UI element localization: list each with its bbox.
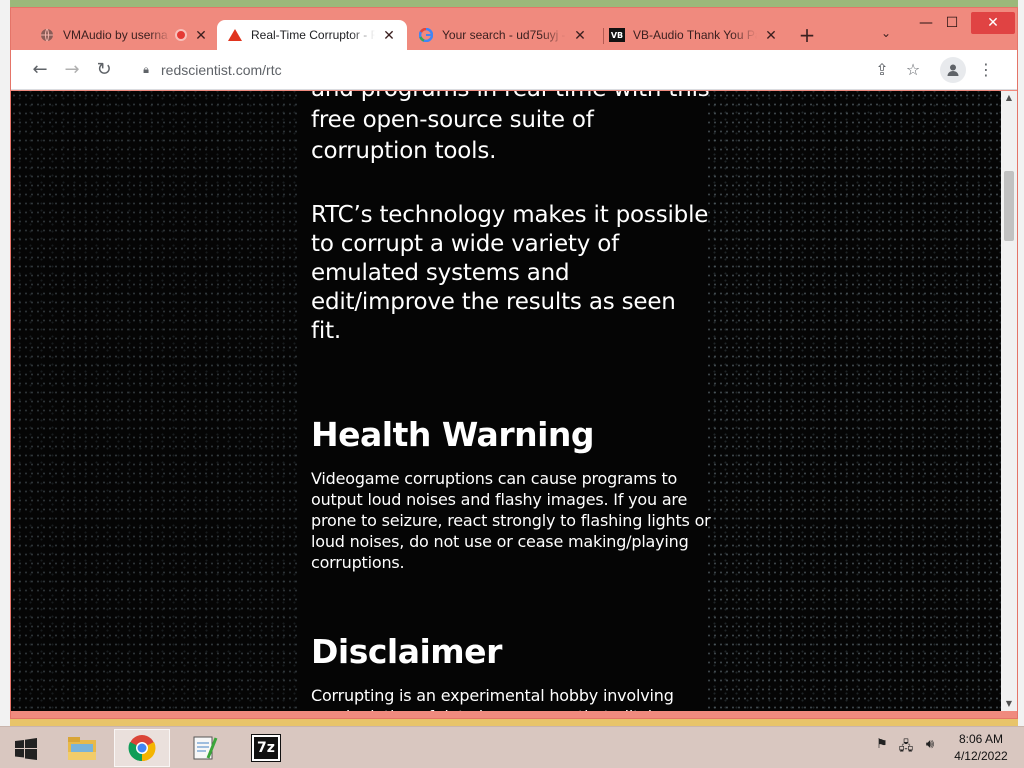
close-window-button[interactable]: ✕: [971, 12, 1015, 34]
action-center-flag-icon[interactable]: ⚑: [873, 737, 891, 755]
address-bar[interactable]: 🔒︎ redscientist.com/rtc: [131, 55, 911, 85]
scroll-up-arrow-icon[interactable]: ▲: [1001, 91, 1017, 105]
7zip-icon: 7z: [251, 734, 281, 762]
file-explorer-icon: [68, 737, 96, 760]
google-icon: [418, 27, 434, 43]
profile-avatar-icon[interactable]: [940, 57, 966, 83]
clock-time: 8:06 AM: [958, 732, 1004, 746]
health-warning-heading: Health Warning: [311, 415, 595, 454]
notepad-icon: [193, 736, 218, 760]
share-icon[interactable]: ⇪: [871, 59, 893, 81]
chrome-icon: [128, 735, 156, 762]
clock-date: 4/12/2022: [954, 749, 1008, 763]
warning-triangle-icon: [227, 27, 243, 43]
recording-indicator-icon: [175, 29, 187, 41]
lock-icon[interactable]: 🔒︎: [139, 64, 153, 77]
taskbar: 7z ⚑ 🖧︎ 🔊︎ 8:06 AM 4/12/2022: [0, 726, 1024, 768]
tab-vb-audio[interactable]: VB VB-Audio Thank You Page ✕: [599, 20, 789, 50]
scrollbar-thumb[interactable]: [1004, 171, 1014, 241]
back-button[interactable]: ←: [29, 59, 51, 81]
windows-logo-icon: [15, 738, 37, 760]
tab-title: Real-Time Corruptor - RTC: [251, 28, 375, 42]
volume-icon[interactable]: 🔊︎: [921, 737, 939, 755]
7zip-button[interactable]: 7z: [238, 729, 294, 767]
system-clock[interactable]: 8:06 AM 4/12/2022: [945, 731, 1017, 765]
tab-search-chevron-icon[interactable]: ⌄: [876, 26, 896, 46]
tab-google-search[interactable]: Your search - ud75uyj - Google Search ✕: [408, 20, 598, 50]
tab-strip: VMAudio by userna ✕ Real-Time Corruptor …: [11, 8, 1017, 50]
disclaimer-text: Corrupting is an experimental hobby invo…: [311, 686, 676, 711]
new-tab-button[interactable]: +: [796, 24, 818, 46]
tab-real-time-corruptor[interactable]: Real-Time Corruptor - RTC ✕: [217, 20, 407, 50]
file-explorer-button[interactable]: [54, 729, 110, 767]
desktop-edge: [0, 0, 10, 726]
maximize-button[interactable]: ☐: [937, 12, 967, 34]
desktop-edge: [1018, 0, 1024, 726]
notepad-button[interactable]: [176, 729, 232, 767]
close-tab-icon[interactable]: ✕: [381, 27, 397, 43]
menu-kebab-icon[interactable]: ⋮: [975, 59, 997, 81]
forward-button[interactable]: →: [61, 59, 83, 81]
close-tab-icon[interactable]: ✕: [572, 27, 588, 43]
close-tab-icon[interactable]: ✕: [193, 27, 209, 43]
page-viewport: and programs in real-time with this free…: [11, 91, 1001, 711]
matrix-background-pattern: [706, 91, 1001, 711]
tab-title: VB-Audio Thank You Page: [633, 28, 757, 42]
tab-title: Your search - ud75uyj - Google Search: [442, 28, 566, 42]
svg-text:VB: VB: [611, 31, 623, 40]
technology-paragraph: RTC’s technology makes it possible to co…: [311, 202, 709, 344]
globe-icon: [39, 27, 55, 43]
disclaimer-heading: Disclaimer: [311, 632, 502, 671]
matrix-background-pattern: [11, 91, 301, 711]
vertical-scrollbar[interactable]: ▲ ▼: [1001, 91, 1017, 711]
tab-title: VMAudio by userna: [63, 28, 168, 42]
tab-vmaudio[interactable]: VMAudio by userna ✕: [29, 20, 219, 50]
health-warning-text: Videogame corruptions can cause programs…: [311, 469, 711, 572]
start-button[interactable]: [4, 731, 48, 767]
vb-logo-icon: VB: [609, 27, 625, 43]
reload-button[interactable]: ↻: [93, 59, 115, 81]
chrome-button[interactable]: [114, 729, 170, 767]
network-icon[interactable]: 🖧︎: [897, 737, 915, 755]
browser-toolbar: ← → ↻ 🔒︎ redscientist.com/rtc ⇪ ☆ ⋮: [11, 50, 1017, 90]
close-tab-icon[interactable]: ✕: [763, 27, 779, 43]
bookmark-star-icon[interactable]: ☆: [902, 59, 924, 81]
scroll-down-arrow-icon[interactable]: ▼: [1001, 697, 1017, 711]
intro-paragraph: and programs in real-time with this free…: [311, 91, 710, 164]
url-text: redscientist.com/rtc: [161, 62, 282, 78]
browser-window: VMAudio by userna ✕ Real-Time Corruptor …: [10, 7, 1018, 719]
